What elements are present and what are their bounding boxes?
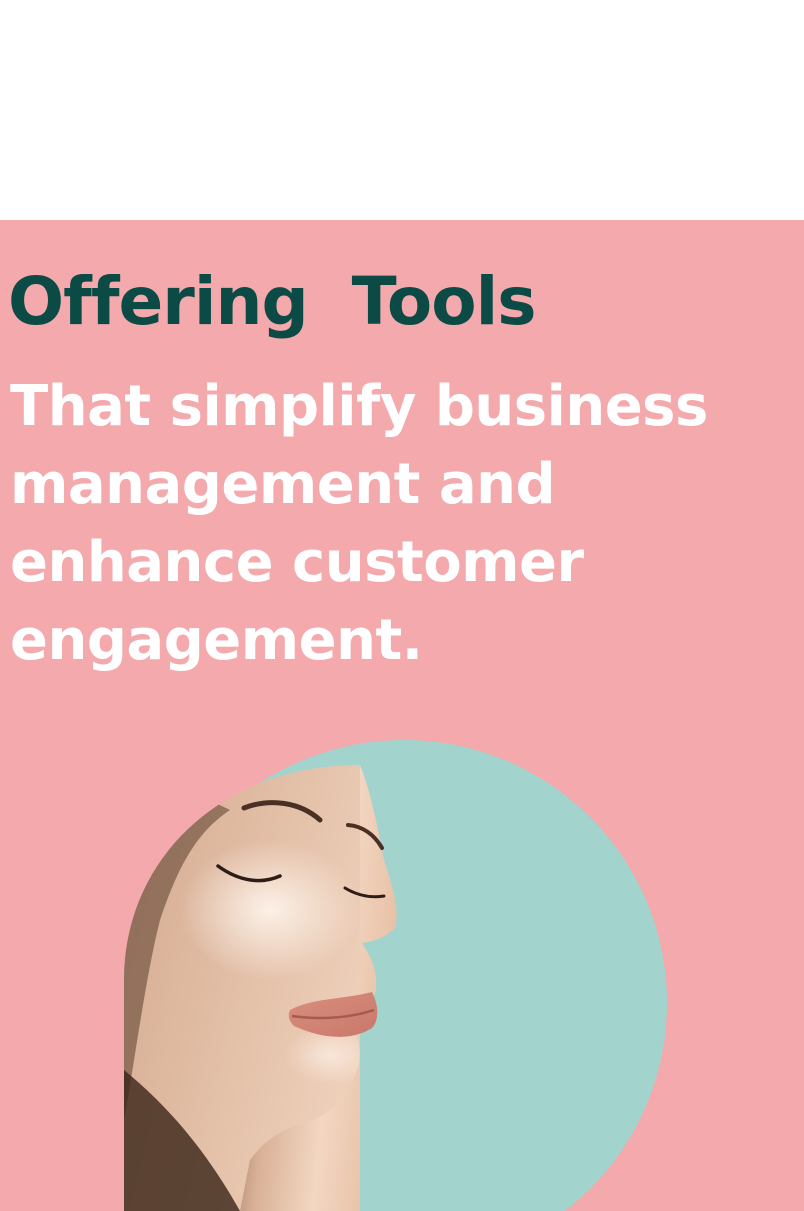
page: Offering Tools That simplify business ma… [0,0,804,1211]
headline: That simplify business management and en… [10,374,708,673]
hero-section: Offering Tools That simplify business ma… [0,220,804,1211]
top-blank-area [0,0,804,220]
eyebrow-heading: Offering Tools [8,263,537,340]
